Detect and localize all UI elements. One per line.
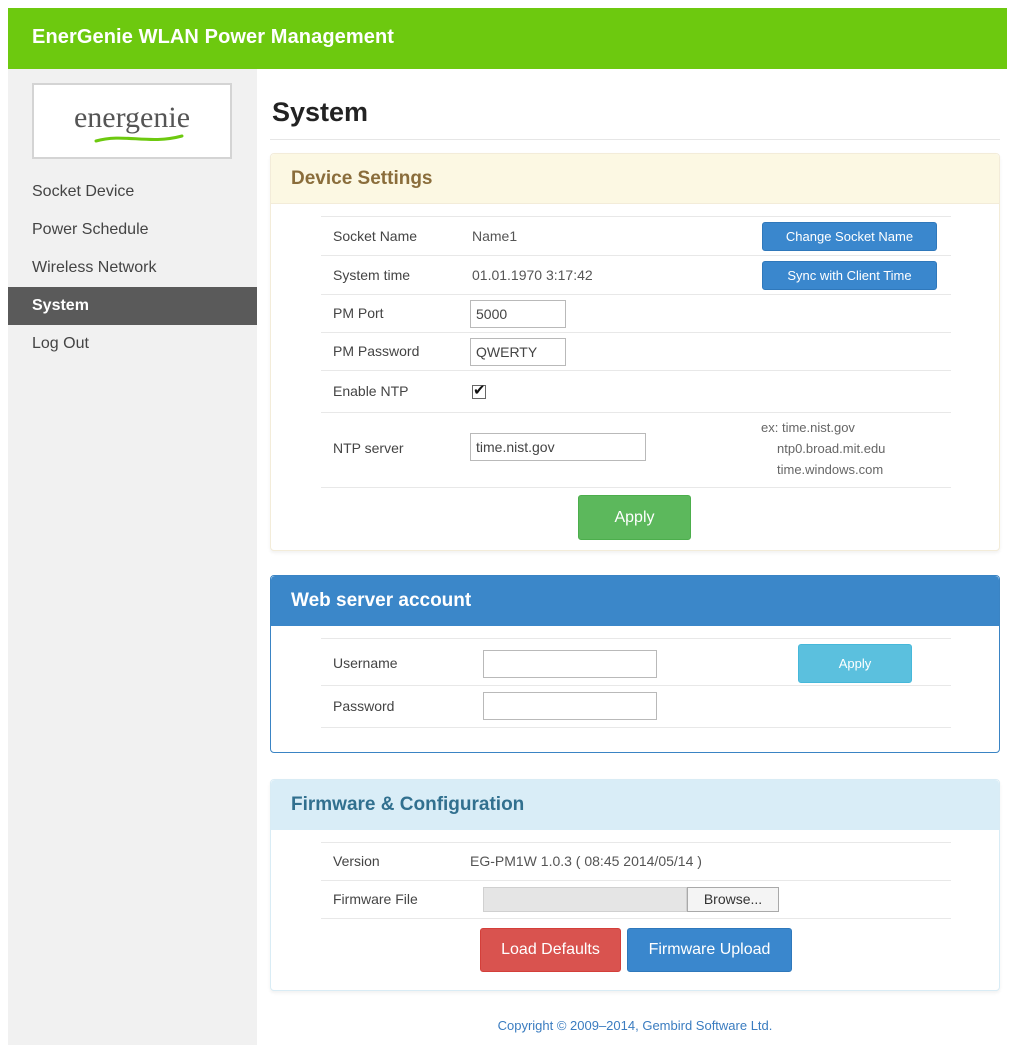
web-account-apply-button[interactable]: Apply (798, 644, 912, 683)
checkmark-icon: ✔ (473, 382, 486, 399)
pm-port-label: PM Port (333, 305, 384, 321)
pm-password-row: PM Password QWERTY (321, 332, 951, 370)
sidebar-item-log-out[interactable]: Log Out (8, 325, 257, 363)
ntp-hint-2: ntp0.broad.mit.edu (777, 441, 886, 456)
app-frame: EnerGenie WLAN Power Management energeni… (8, 8, 1007, 1045)
sidebar: energenie Socket Device Power Schedule W… (8, 69, 257, 1045)
password-label: Password (333, 698, 395, 714)
title-divider (270, 139, 1000, 140)
password-row: Password (321, 685, 951, 727)
sidebar-item-wireless-network[interactable]: Wireless Network (8, 249, 257, 287)
ntp-hint-3: time.windows.com (777, 462, 884, 477)
firmware-file-label: Firmware File (333, 891, 418, 907)
web-server-account-panel: Web server account Username Apply Passwo… (270, 575, 1000, 753)
load-defaults-button[interactable]: Load Defaults (480, 928, 621, 972)
system-time-label: System time (333, 267, 411, 283)
page-title: System (272, 97, 369, 127)
logo-text: energenie (73, 101, 191, 134)
ntp-server-input[interactable]: time.nist.gov (470, 433, 646, 461)
username-row: Username Apply (321, 638, 951, 685)
password-input[interactable] (483, 692, 657, 720)
pm-password-input[interactable]: QWERTY (470, 338, 566, 366)
firmware-file-row: Firmware File Browse... (321, 880, 951, 918)
pm-port-row: PM Port 5000 (321, 294, 951, 332)
socket-name-value: Name1 (472, 228, 518, 244)
change-socket-name-button[interactable]: Change Socket Name (762, 222, 937, 251)
enable-ntp-row: Enable NTP ✔ (321, 370, 951, 412)
version-label: Version (333, 853, 380, 869)
device-settings-panel: Device Settings Socket Name Name1 Change… (270, 153, 1000, 551)
sidebar-item-power-schedule[interactable]: Power Schedule (8, 211, 257, 249)
firmware-panel: Firmware & Configuration Version EG-PM1W… (270, 779, 1000, 991)
pm-password-label: PM Password (333, 343, 420, 359)
username-input[interactable] (483, 650, 657, 678)
device-settings-apply-button[interactable]: Apply (578, 495, 691, 540)
system-time-value: 01.01.1970 3:17:42 (472, 267, 593, 283)
web-server-account-heading: Web server account (271, 576, 999, 626)
divider (321, 487, 951, 488)
ntp-hint-1: ex: time.nist.gov (761, 420, 855, 435)
top-bar: EnerGenie WLAN Power Management (8, 8, 1007, 69)
enable-ntp-label: Enable NTP (333, 383, 409, 399)
footer-copyright: Copyright © 2009–2014, Gembird Software … (497, 1018, 773, 1033)
sync-client-time-button[interactable]: Sync with Client Time (762, 261, 937, 290)
version-value: EG-PM1W 1.0.3 ( 08:45 2014/05/14 ) (470, 853, 702, 869)
username-label: Username (333, 655, 398, 671)
firmware-upload-button[interactable]: Firmware Upload (627, 928, 792, 972)
sidebar-nav: Socket Device Power Schedule Wireless Ne… (8, 173, 257, 363)
device-settings-heading: Device Settings (271, 154, 999, 204)
version-row: Version EG-PM1W 1.0.3 ( 08:45 2014/05/14… (321, 842, 951, 880)
socket-name-row: Socket Name Name1 Change Socket Name (321, 216, 951, 255)
divider (321, 918, 951, 919)
firmware-heading: Firmware & Configuration (271, 780, 999, 830)
app-title: EnerGenie WLAN Power Management (32, 26, 395, 48)
sidebar-item-socket-device[interactable]: Socket Device (8, 173, 257, 211)
firmware-file-field[interactable] (483, 887, 687, 912)
logo: energenie (32, 83, 232, 159)
ntp-server-row: NTP server time.nist.gov ex: time.nist.g… (321, 412, 951, 487)
divider (321, 727, 951, 728)
system-time-row: System time 01.01.1970 3:17:42 Sync with… (321, 255, 951, 294)
ntp-server-label: NTP server (333, 440, 404, 456)
socket-name-label: Socket Name (333, 228, 418, 244)
browse-button[interactable]: Browse... (687, 887, 779, 912)
logo-swoosh-icon (94, 134, 184, 143)
sidebar-item-system[interactable]: System (8, 287, 257, 325)
enable-ntp-checkbox[interactable]: ✔ (472, 382, 486, 399)
pm-port-input[interactable]: 5000 (470, 300, 566, 328)
